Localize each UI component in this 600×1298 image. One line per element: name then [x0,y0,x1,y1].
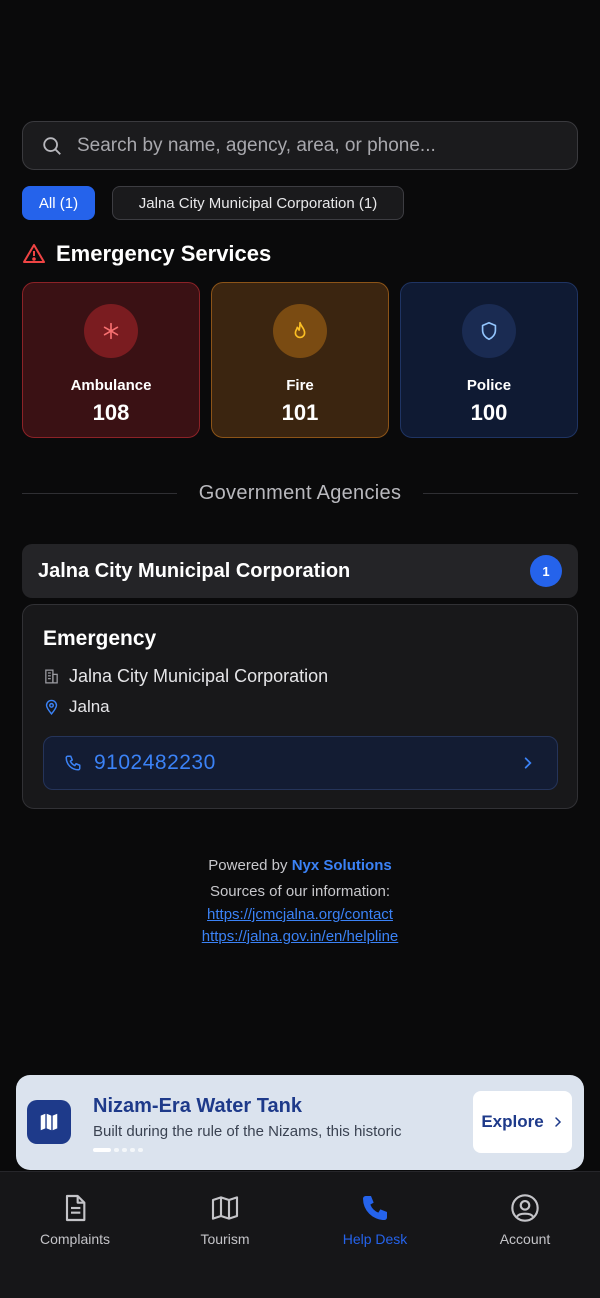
ambulance-label: Ambulance [70,377,152,394]
agency-group-header[interactable]: Jalna City Municipal Corporation 1 [22,544,578,598]
powered-brand[interactable]: Nyx Solutions [292,857,392,874]
search-bar[interactable] [22,121,578,170]
phone-icon [363,1196,387,1220]
nav-complaints-label: Complaints [39,1231,111,1247]
map-icon [211,1196,239,1220]
pagination-dot[interactable] [114,1148,119,1152]
pagination-dot[interactable] [122,1148,127,1152]
building-icon [45,669,58,684]
divider-line-left [22,492,177,494]
user-circle-icon [511,1194,539,1222]
contact-location-row: Jalna [43,697,110,717]
banner-title: Nizam-Era Water Tank [93,1095,302,1117]
contact-phone-number: 9102482230 [94,751,216,774]
fire-icon-wrap [273,304,327,358]
nav-account-label: Account [499,1231,551,1247]
nav-tourism[interactable]: Tourism [150,1172,300,1298]
nav-account[interactable]: Account [450,1172,600,1298]
contact-organization-row: Jalna City Municipal Corporation [43,666,328,687]
contact-organization: Jalna City Municipal Corporation [69,666,329,686]
ambulance-icon-wrap [84,304,138,358]
source-link-row-2: https://jalna.gov.in/en/helpline [0,928,600,945]
search-input[interactable] [77,134,547,157]
emergency-title-text: Emergency Services [56,241,272,266]
pagination-dot[interactable] [138,1148,143,1152]
police-label: Police [466,377,512,394]
agency-count-badge: 1 [530,555,562,587]
banner-map-icon-wrap [27,1100,71,1144]
contact-card: Emergency Jalna City Municipal Corporati… [22,604,578,809]
contact-title: Emergency [43,627,157,650]
nav-help-desk-label: Help Desk [342,1231,408,1247]
chevron-right-icon [524,757,532,769]
pagination-dot-active[interactable] [93,1148,111,1152]
warning-icon [23,244,45,263]
fire-number: 101 [281,400,319,425]
source-link-jalna-gov[interactable]: https://jalna.gov.in/en/helpline [202,928,399,945]
nav-help-desk[interactable]: Help Desk [300,1172,450,1298]
phone-icon [65,755,81,771]
fire-card[interactable]: Fire 101 [211,282,389,438]
bottom-navigation: Complaints Tourism Help Desk Account [0,1171,600,1298]
map-icon [40,1113,58,1131]
filter-chip-all[interactable]: All (1) [22,186,95,220]
call-phone-button[interactable]: 9102482230 [43,736,558,790]
divider-line-right [423,492,579,494]
agencies-divider-label: Government Agencies [198,481,402,504]
source-link-row-1: https://jcmcjalna.org/contact [0,906,600,923]
search-icon [43,136,61,155]
chevron-right-icon [554,1117,561,1127]
sources-label: Sources of our information: [209,883,391,900]
agency-group-name: Jalna City Municipal Corporation [38,559,351,582]
police-icon-wrap [462,304,516,358]
medical-asterisk-icon [103,322,119,340]
powered-by-line: Powered by Nyx Solutions [0,857,600,874]
explore-label: Explore [481,1112,544,1131]
source-link-jcmc[interactable]: https://jcmcjalna.org/contact [207,906,393,923]
emergency-section-title: Emergency Services [22,241,271,267]
shield-icon [481,321,497,341]
tourism-banner[interactable]: Nizam-Era Water Tank Built during the ru… [16,1075,584,1170]
explore-button[interactable]: Explore [473,1091,572,1153]
fire-label: Fire [286,377,314,394]
nav-tourism-label: Tourism [200,1231,250,1247]
ambulance-number: 108 [92,400,130,425]
filter-chip-jcmc[interactable]: Jalna City Municipal Corporation (1) [112,186,404,220]
contact-location: Jalna [69,697,110,716]
banner-subtitle: Built during the rule of the Nizams, thi… [93,1123,402,1140]
ambulance-card[interactable]: Ambulance 108 [22,282,200,438]
location-pin-icon [45,699,58,715]
document-icon [65,1194,86,1222]
police-number: 100 [470,400,508,425]
banner-pagination [93,1148,146,1152]
nav-complaints[interactable]: Complaints [0,1172,150,1298]
agencies-divider: Government Agencies [22,478,579,508]
pagination-dot[interactable] [130,1148,135,1152]
police-card[interactable]: Police 100 [400,282,578,438]
flame-icon [294,321,306,339]
powered-prefix: Powered by [208,857,288,874]
